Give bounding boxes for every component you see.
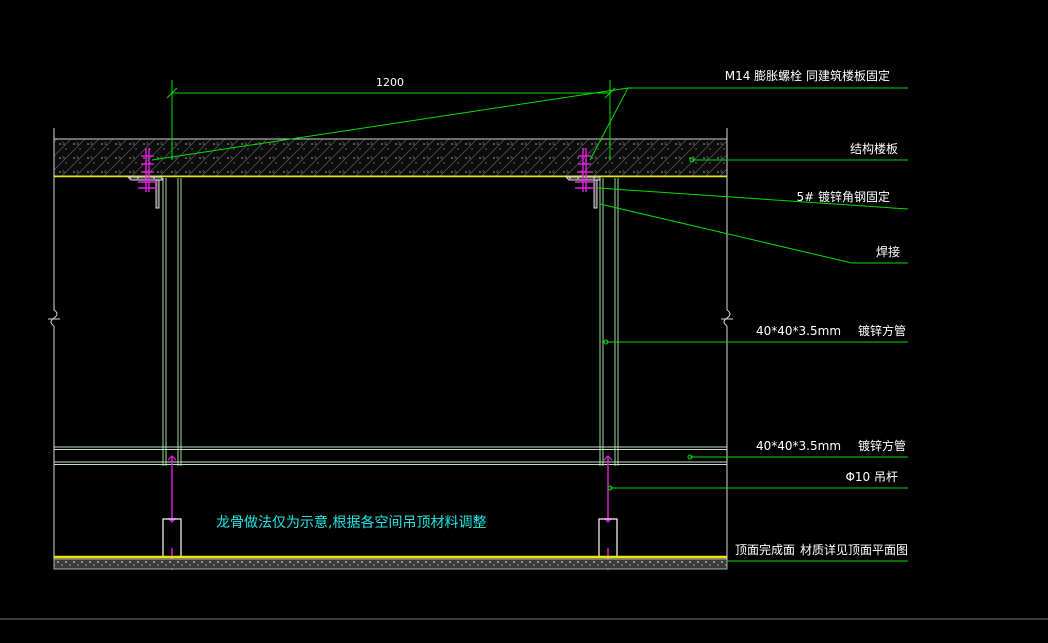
vertical-tube-left xyxy=(162,178,182,466)
label-tube-vertical-size: 40*40*3.5mm xyxy=(756,324,841,338)
label-tube-horizontal-desc: 镀锌方管 xyxy=(858,438,906,453)
side-frame-lines xyxy=(48,128,733,560)
label-ceiling-finish: 顶面完成面 xyxy=(735,542,795,557)
label-angle-steel: 5# 镀锌角钢固定 xyxy=(796,189,890,204)
structural-slab xyxy=(53,138,728,178)
label-tube-vertical-desc: 镀锌方管 xyxy=(858,323,906,338)
label-ceiling-material: 材质详见顶面平面图 xyxy=(800,542,908,557)
label-welded: 焊接 xyxy=(876,244,900,259)
ceiling-board xyxy=(53,555,728,570)
label-anchor-bolt: M14 膨胀螺栓 同建筑楼板固定 xyxy=(725,68,890,83)
horizontal-tube xyxy=(54,446,727,465)
hanger-rod-right xyxy=(598,455,618,570)
hanger-rod-left xyxy=(162,455,182,570)
vertical-tube-right xyxy=(599,178,619,466)
label-tube-horizontal-size: 40*40*3.5mm xyxy=(756,439,841,453)
section-drawing: 1200 M14 膨胀螺栓 同建筑楼板固定 结构楼板 5# 镀锌角钢固定 焊接 … xyxy=(0,68,1048,620)
label-structural-slab: 结构楼板 xyxy=(850,141,898,156)
dimension-span: 1200 xyxy=(376,76,404,89)
label-hanger-rod: Φ10 吊杆 xyxy=(845,470,898,484)
keel-note: 龙骨做法仅为示意,根据各空间吊顶材料调整 xyxy=(216,514,486,531)
